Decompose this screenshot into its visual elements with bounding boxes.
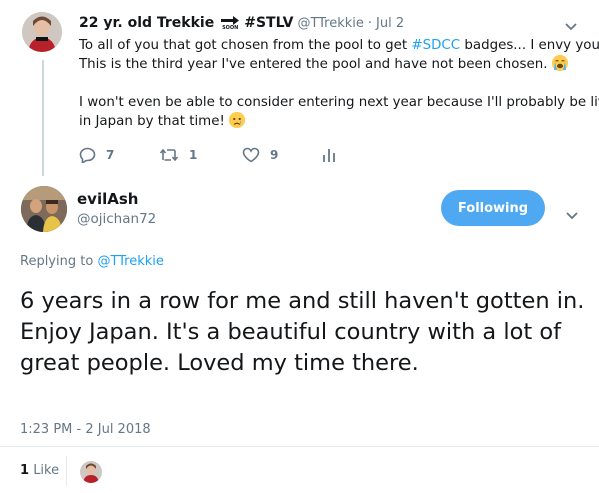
analytics-button[interactable] xyxy=(322,147,346,163)
main-chevron-down-icon[interactable] xyxy=(566,205,578,224)
parent-separator: · xyxy=(367,15,373,31)
replying-to-line: Replying to @TTrekkie xyxy=(20,254,164,269)
parent-handle[interactable]: @TTrekkie xyxy=(297,16,363,31)
main-display-name[interactable]: evilAsh xyxy=(77,190,138,208)
retweet-icon xyxy=(159,148,179,162)
reply-button[interactable]: 7 xyxy=(79,147,114,163)
retweet-count: 1 xyxy=(189,148,198,162)
parent-tweet-header: 22 yr. old Trekkie SOON #STLV @TTrekkie … xyxy=(79,14,404,32)
main-tweet-text: 6 years in a row for me and still haven'… xyxy=(20,288,585,376)
reply-count: 7 xyxy=(106,148,115,162)
tweet-timestamp[interactable]: 1:23 PM - 2 Jul 2018 xyxy=(20,422,151,437)
parent-chevron-down-icon[interactable] xyxy=(565,16,577,35)
parent-date[interactable]: Jul 2 xyxy=(376,16,404,31)
main-like-count: 1 xyxy=(20,463,30,478)
parent-hashtag-name[interactable]: #STLV xyxy=(244,15,293,31)
parent-tweet-avatar[interactable] xyxy=(22,12,62,52)
stats-divider-vertical xyxy=(66,456,67,486)
main-handle[interactable]: @ojichan72 xyxy=(77,211,156,227)
following-button[interactable]: Following xyxy=(441,190,545,226)
parent-display-name[interactable]: 22 yr. old Trekkie xyxy=(79,15,214,31)
loudly-crying-face-icon xyxy=(551,55,568,71)
replying-to-label: Replying to xyxy=(20,254,98,269)
like-stats[interactable]: 1 Like xyxy=(20,463,59,478)
parent-tweet-text: To all of you that got chosen from the p… xyxy=(79,36,599,131)
reply-icon xyxy=(79,147,96,163)
liker-avatar[interactable] xyxy=(80,461,102,483)
like-count: 9 xyxy=(270,148,279,162)
parent-action-bar: 7 1 9 xyxy=(79,147,379,165)
main-like-label: Like xyxy=(33,463,60,478)
parent-text-line1b: badges... I envy you. xyxy=(460,38,599,53)
parent-text-line1a: To all of you that got chosen from the p… xyxy=(79,38,412,53)
parent-text-line3: I won't even be able to consider enterin… xyxy=(79,95,599,110)
arrow-soon-icon: SOON xyxy=(220,15,240,31)
stats-divider-top xyxy=(0,446,599,447)
parent-text-line2: This is the third year I've entered the … xyxy=(79,57,548,72)
parent-text-line4: in Japan by that time! xyxy=(79,114,225,129)
soon-badge-text: SOON xyxy=(222,24,239,31)
like-button[interactable]: 9 xyxy=(242,147,278,163)
main-tweet-avatar[interactable] xyxy=(21,186,67,232)
sdcc-hashtag-link[interactable]: #SDCC xyxy=(411,38,460,53)
replying-to-handle-link[interactable]: @TTrekkie xyxy=(97,254,163,269)
analytics-icon xyxy=(323,149,335,162)
heart-icon xyxy=(242,147,260,163)
crying-face-icon xyxy=(229,112,246,128)
thread-connector-line xyxy=(42,60,44,176)
retweet-button[interactable]: 1 xyxy=(159,147,197,163)
